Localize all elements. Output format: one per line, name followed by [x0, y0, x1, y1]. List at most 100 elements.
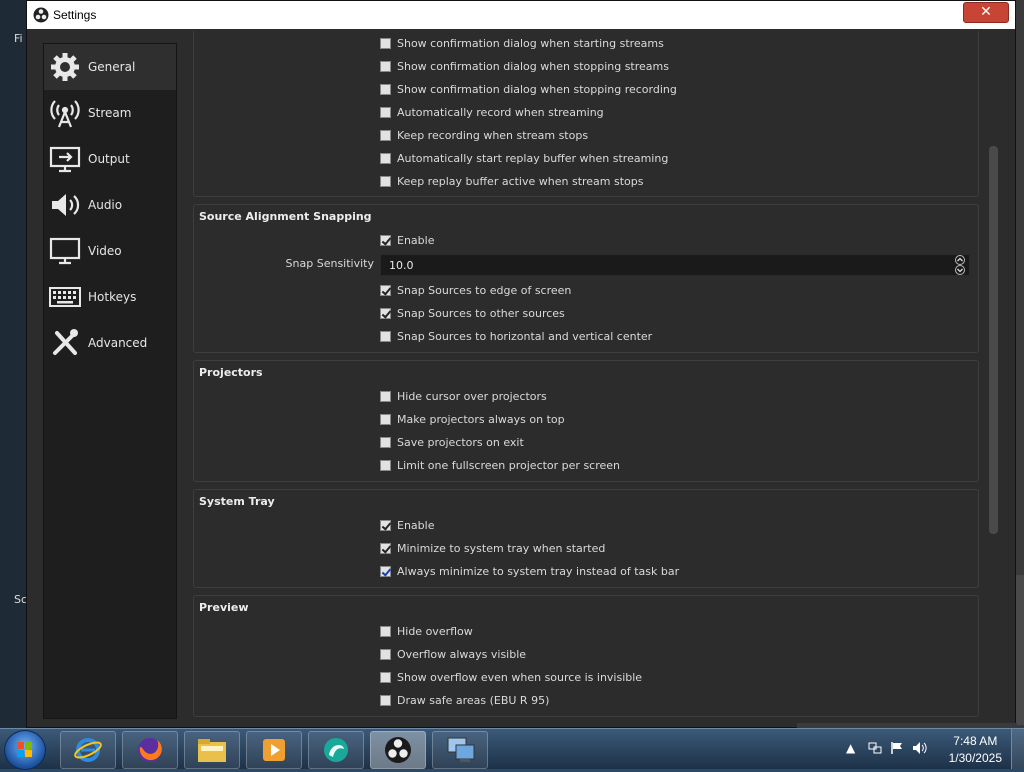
checkbox-label: Automatically record when streaming — [397, 105, 604, 119]
sidebar-item-video[interactable]: Video — [44, 228, 176, 274]
clock-date: 1/30/2025 — [948, 751, 1002, 765]
checkbox[interactable] — [380, 60, 391, 72]
spin-arrows-icon[interactable] — [953, 255, 967, 275]
checkbox[interactable] — [380, 671, 391, 683]
checkbox[interactable] — [380, 648, 391, 660]
sidebar-item-output[interactable]: Output — [44, 136, 176, 182]
title-bar[interactable]: Settings ✕ — [27, 1, 1015, 29]
checkbox-row[interactable]: Snap Sources to other sources — [380, 304, 565, 322]
start-button[interactable] — [4, 730, 46, 770]
checkbox-row[interactable]: Minimize to system tray when started — [380, 539, 605, 557]
checkbox[interactable] — [380, 83, 391, 95]
preview-group: Preview Hide overflow Overflow always vi… — [193, 595, 979, 717]
taskbar-firefox[interactable] — [122, 731, 178, 769]
checkbox[interactable] — [380, 37, 391, 49]
taskbar: ▲ 7:48 AM 1/30/2025 — [0, 728, 1024, 770]
checkbox-label: Hide overflow — [397, 624, 473, 638]
checkbox-row[interactable]: Limit one fullscreen projector per scree… — [380, 456, 620, 474]
sidebar-item-advanced[interactable]: Advanced — [44, 320, 176, 366]
checkbox-label: Limit one fullscreen projector per scree… — [397, 458, 621, 472]
network-icon[interactable] — [868, 741, 882, 755]
taskbar-network-computer[interactable] — [432, 731, 488, 769]
checkbox-label: Show confirmation dialog when starting s… — [397, 36, 664, 50]
output-icon — [48, 142, 82, 176]
sidebar-item-general[interactable]: General — [44, 44, 176, 90]
checkbox-row[interactable]: Enable — [380, 231, 434, 249]
taskbar-internet-explorer[interactable] — [60, 731, 116, 769]
checkbox-row[interactable]: Keep recording when stream stops — [380, 126, 588, 144]
keyboard-icon — [48, 280, 82, 314]
obs-icon — [385, 737, 411, 763]
checkbox-row[interactable]: Draw safe areas (EBU R 95) — [380, 691, 549, 709]
checkbox[interactable] — [380, 390, 391, 402]
sidebar-item-hotkeys[interactable]: Hotkeys — [44, 274, 176, 320]
checkbox-row[interactable]: Show confirmation dialog when starting s… — [380, 34, 664, 52]
checkbox-label: Show confirmation dialog when stopping r… — [397, 82, 677, 96]
window-title: Settings — [53, 8, 97, 22]
checkbox-row[interactable]: Show confirmation dialog when stopping r… — [380, 80, 677, 98]
checkbox-label: Overflow always visible — [397, 647, 527, 661]
checkbox-row[interactable]: Keep replay buffer active when stream st… — [380, 172, 644, 190]
group-title: Preview — [199, 601, 249, 614]
checkbox[interactable] — [380, 152, 391, 164]
checkbox-row[interactable]: Hide cursor over projectors — [380, 387, 547, 405]
checkbox[interactable] — [380, 106, 391, 118]
show-desktop-button[interactable] — [1011, 729, 1024, 769]
checkbox[interactable] — [380, 413, 391, 425]
checkbox-label: Enable — [397, 518, 435, 532]
checkbox-row[interactable]: Automatically record when streaming — [380, 103, 604, 121]
taskbar-file-explorer[interactable] — [184, 731, 240, 769]
checkbox[interactable] — [380, 175, 391, 187]
checkbox[interactable] — [380, 625, 391, 637]
vertical-scrollbar[interactable] — [989, 146, 998, 534]
snapping-group: Source Alignment Snapping Enable Snap Se… — [193, 204, 979, 353]
show-hidden-icons-icon[interactable]: ▲ — [846, 741, 855, 755]
checkbox-row[interactable]: Save projectors on exit — [380, 433, 524, 451]
sidebar-item-stream[interactable]: Stream — [44, 90, 176, 136]
checkbox[interactable] — [380, 542, 391, 554]
projectors-group: Projectors Hide cursor over projectors M… — [193, 360, 979, 482]
system-tray: ▲ 7:48 AM 1/30/2025 — [834, 729, 1024, 769]
checkbox-row[interactable]: Always minimize to system tray instead o… — [380, 562, 679, 580]
checkbox[interactable] — [380, 284, 391, 296]
snap-sensitivity-label: Snap Sensitivity — [285, 257, 374, 270]
checkbox[interactable] — [380, 436, 391, 448]
taskbar-obs[interactable] — [370, 731, 426, 769]
clock-time: 7:48 AM — [953, 734, 998, 748]
snap-sensitivity-value: 10.0 — [389, 259, 414, 272]
volume-icon[interactable] — [912, 741, 928, 755]
checkbox-row[interactable]: Automatically start replay buffer when s… — [380, 149, 668, 167]
checkbox-row[interactable]: Snap Sources to edge of screen — [380, 281, 571, 299]
checkbox-label: Keep replay buffer active when stream st… — [397, 174, 644, 188]
desktop-fragment-text: Fi — [14, 32, 23, 45]
clock[interactable]: 7:48 AM 1/30/2025 — [949, 733, 1002, 767]
checkbox-label: Snap Sources to edge of screen — [397, 283, 572, 297]
system-tray-group: System Tray Enable Minimize to system tr… — [193, 489, 979, 588]
checkbox[interactable] — [380, 129, 391, 141]
taskbar-media-player[interactable] — [246, 731, 302, 769]
checkbox-row[interactable]: Show overflow even when source is invisi… — [380, 668, 642, 686]
checkbox[interactable] — [380, 694, 391, 706]
checkbox[interactable] — [380, 519, 391, 531]
checkbox-row[interactable]: Enable — [380, 516, 434, 534]
checkbox-label: Save projectors on exit — [397, 435, 524, 449]
checkbox-row[interactable]: Make projectors always on top — [380, 410, 565, 428]
checkbox-label: Snap Sources to other sources — [397, 306, 565, 320]
checkbox[interactable] — [380, 565, 391, 577]
checkbox[interactable] — [380, 330, 391, 342]
checkbox[interactable] — [380, 307, 391, 319]
close-button[interactable]: ✕ — [963, 2, 1009, 23]
checkbox[interactable] — [380, 234, 391, 246]
snap-sensitivity-spinbox[interactable]: 10.0 — [380, 254, 970, 276]
action-center-flag-icon[interactable] — [890, 741, 904, 755]
sidebar-item-label: Stream — [88, 106, 132, 120]
taskbar-app[interactable] — [308, 731, 364, 769]
checkbox-row[interactable]: Hide overflow — [380, 622, 473, 640]
settings-sidebar: General Stream Output Audio Video Hotkey… — [43, 43, 177, 719]
checkbox[interactable] — [380, 459, 391, 471]
antenna-icon — [48, 96, 82, 130]
checkbox-row[interactable]: Show confirmation dialog when stopping s… — [380, 57, 669, 75]
checkbox-row[interactable]: Snap Sources to horizontal and vertical … — [380, 327, 652, 345]
sidebar-item-audio[interactable]: Audio — [44, 182, 176, 228]
checkbox-row[interactable]: Overflow always visible — [380, 645, 526, 663]
